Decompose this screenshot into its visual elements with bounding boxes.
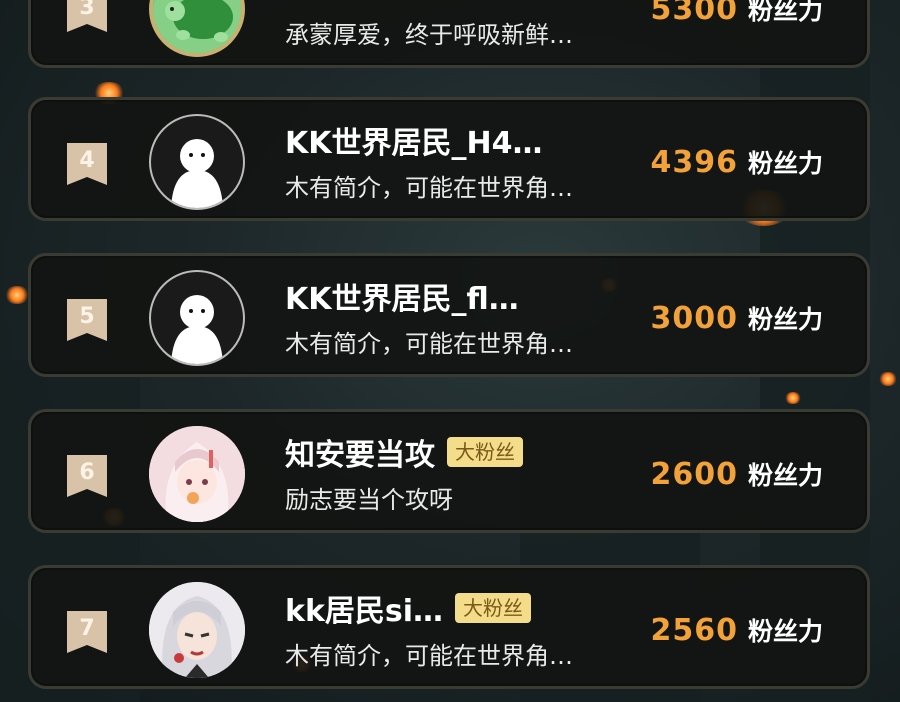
- rank-number: 7: [79, 616, 95, 641]
- avatar[interactable]: [149, 426, 245, 522]
- big-fan-badge: 大粉丝: [455, 593, 532, 623]
- name-line: kk居民si… 大粉丝: [285, 588, 532, 629]
- ranking-row[interactable]: 4 KK世界居民_H4… 木有简介，可能在世界角… 4396 粉丝力: [28, 97, 870, 221]
- fan-power-unit: 粉丝力: [747, 305, 823, 334]
- user-name: 知安要当攻: [285, 438, 435, 473]
- rank-badge: 7: [65, 611, 109, 655]
- rank-number: 4: [79, 148, 95, 173]
- user-name: KK世界居民_H4…: [285, 126, 543, 161]
- fan-power-score: 3000: [650, 301, 738, 336]
- ranking-row[interactable]: 5 KK世界居民_fl… 木有简介，可能在世界角… 3000 粉丝力: [28, 253, 870, 377]
- user-name: KK世界居民_fl…: [285, 282, 519, 317]
- avatar[interactable]: [149, 0, 245, 57]
- ghost-person-icon: [171, 295, 223, 364]
- fan-power-score: 2600: [650, 457, 738, 492]
- fan-power-score: 5300: [650, 0, 738, 27]
- avatar[interactable]: [149, 270, 245, 366]
- fan-power-score: 2560: [650, 613, 738, 648]
- rank-badge: 3: [65, 0, 109, 34]
- fan-power: 5300 粉丝力: [650, 0, 823, 27]
- rank-badge: 4: [65, 143, 109, 187]
- fan-power: 4396 粉丝力: [650, 144, 823, 180]
- name-line: 知安要当攻 大粉丝: [285, 432, 523, 473]
- fan-power-unit: 粉丝力: [747, 617, 823, 646]
- big-fan-badge: 大粉丝: [447, 437, 523, 467]
- rank-number: 6: [79, 460, 95, 485]
- fan-power-unit: 粉丝力: [747, 149, 823, 178]
- user-bio: 励志要当个攻呀: [285, 486, 453, 514]
- ranking-row[interactable]: 3 承蒙厚爱，终于呼吸新鲜… 5300 粉丝力: [28, 0, 870, 68]
- user-bio: 承蒙厚爱，终于呼吸新鲜…: [285, 21, 573, 49]
- name-line: KK世界居民_H4…: [285, 120, 543, 161]
- rank-number: 3: [79, 0, 95, 20]
- fan-power: 2600 粉丝力: [650, 456, 823, 492]
- avatar[interactable]: [149, 114, 245, 210]
- name-line: KK世界居民_fl…: [285, 276, 519, 317]
- user-bio: 木有简介，可能在世界角…: [285, 174, 573, 202]
- fan-power: 3000 粉丝力: [650, 300, 823, 336]
- rank-badge: 5: [65, 299, 109, 343]
- user-bio: 木有简介，可能在世界角…: [285, 642, 573, 670]
- ghost-person-icon: [171, 139, 223, 208]
- user-bio: 木有简介，可能在世界角…: [285, 330, 573, 358]
- turtle-icon: [153, 0, 241, 53]
- ranking-row[interactable]: 7 kk居民si… 大粉丝 木有简介，可能在世界角… 2560 粉丝力: [28, 565, 870, 689]
- anime-girl-avatar-icon: [149, 426, 245, 522]
- user-name: kk居民si…: [285, 594, 444, 629]
- avatar[interactable]: [149, 582, 245, 678]
- fan-power-unit: 粉丝力: [747, 0, 823, 25]
- fan-power-score: 4396: [650, 145, 738, 180]
- anime-character-avatar-icon: [149, 582, 245, 678]
- rank-badge: 6: [65, 455, 109, 499]
- fan-power-unit: 粉丝力: [747, 461, 823, 490]
- fan-ranking-list: 3 承蒙厚爱，终于呼吸新鲜… 5300 粉丝力 4 KK世界居民_H4… 木有简…: [0, 0, 900, 702]
- ranking-row[interactable]: 6 知安要当攻 大粉丝 励志要当个攻呀 2600 粉丝力: [28, 409, 870, 533]
- fan-power: 2560 粉丝力: [650, 612, 823, 648]
- rank-number: 5: [79, 304, 95, 329]
